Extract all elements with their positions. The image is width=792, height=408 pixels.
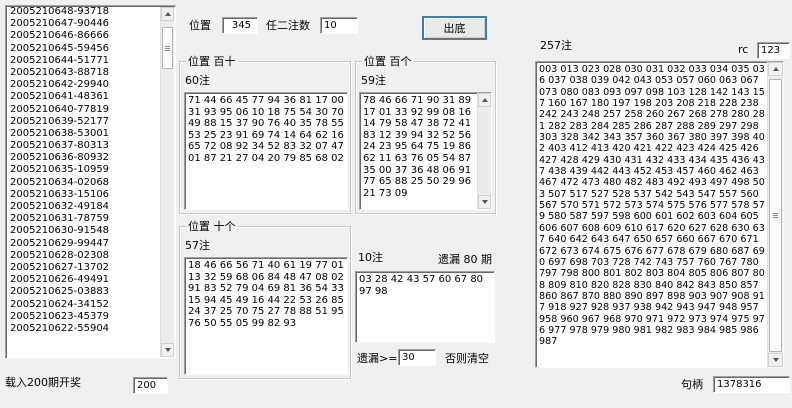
scroll-thumb[interactable] (162, 27, 173, 69)
scroll-down-button[interactable] (768, 353, 783, 367)
rc-label: rc (738, 43, 749, 56)
group-bai-shi-memo[interactable]: 71 44 66 45 77 94 36 81 17 00 31 93 95 0… (184, 92, 348, 210)
history-list-item[interactable]: 2005210626-49491 (6, 274, 175, 286)
history-list-item[interactable]: 2005210632-49184 (6, 201, 175, 213)
reveal-button[interactable]: 出底 (423, 17, 486, 39)
history-list-item[interactable]: 2005210628-02308 (6, 250, 175, 262)
group-bai-shi-title: 位置 百十 (186, 55, 238, 68)
history-rows: 2005210648-93718 2005210647-90446 20052106… (6, 6, 175, 335)
history-scrollbar[interactable] (160, 7, 174, 357)
missing-value-field[interactable]: 30 (398, 349, 436, 366)
scroll-up-button[interactable] (161, 7, 174, 21)
ten-note-missing-label: 遗漏 80 期 (438, 253, 492, 266)
history-listbox[interactable]: 2005210648-93718 2005210647-90446 20052106… (5, 5, 176, 359)
choose-two-field[interactable]: 10 (320, 17, 358, 34)
group-bai-shi-count: 60注 (185, 74, 210, 87)
rc-field[interactable]: 123 (757, 42, 790, 59)
history-list-item[interactable]: 2005210641-48361 (6, 91, 175, 103)
history-list-item[interactable]: 2005210634-02068 (6, 177, 175, 189)
group-shi-ge: 位置 十个 57注 18 46 66 56 71 40 61 19 77 01 … (179, 220, 351, 379)
scroll-down-button[interactable] (161, 343, 174, 357)
history-list-item[interactable]: 2005210647-90446 (6, 18, 175, 30)
ten-note-count: 10注 (358, 251, 383, 264)
history-list-item[interactable]: 2005210643-88718 (6, 67, 175, 79)
history-list-item[interactable]: 2005210623-45379 (6, 311, 175, 323)
arrow-down-icon (164, 348, 171, 352)
group-bai-shi: 位置 百十 60注 71 44 66 45 77 94 36 81 17 00 … (179, 55, 351, 214)
choose-two-label: 任二注数 (266, 19, 310, 32)
arrow-up-icon (481, 98, 488, 102)
arrow-up-icon (772, 67, 779, 71)
history-list-item[interactable]: 2005210642-29940 (6, 79, 175, 91)
missing-ge-label: 遗漏>= (357, 352, 398, 365)
history-list-item[interactable]: 2005210627-13702 (6, 262, 175, 274)
history-list-item[interactable]: 2005210638-53001 (6, 128, 175, 140)
group-bai-ge-title: 位置 百个 (362, 55, 414, 68)
load-count-field[interactable]: 200 (133, 377, 168, 394)
history-list-item[interactable]: 2005210636-80932 (6, 152, 175, 164)
history-list-item[interactable]: 2005210637-80313 (6, 140, 175, 152)
history-list-item[interactable]: 2005210625-03883 (6, 286, 175, 298)
scroll-thumb[interactable] (769, 79, 782, 352)
right-scrollbar[interactable] (767, 62, 783, 367)
history-list-item[interactable]: 2005210639-52177 (6, 116, 175, 128)
history-list-item[interactable]: 2005210645-59456 (6, 43, 175, 55)
history-list-item[interactable]: 2005210648-93718 (6, 6, 175, 18)
position-field[interactable]: 345 (222, 17, 258, 34)
arrow-up-icon (164, 12, 171, 16)
history-list-item[interactable]: 2005210640-77819 (6, 104, 175, 116)
history-list-item[interactable]: 2005210630-91548 (6, 225, 175, 237)
group-shi-ge-title: 位置 十个 (186, 220, 238, 233)
group-shi-ge-count: 57注 (185, 239, 210, 252)
handle-field[interactable]: 1378316 (713, 376, 790, 393)
group-shi-ge-memo[interactable]: 18 46 66 56 71 40 61 19 77 01 13 32 59 6… (184, 257, 348, 375)
history-list-item[interactable]: 2005210646-86666 (6, 30, 175, 42)
history-list-item[interactable]: 2005210635-10959 (6, 164, 175, 176)
history-list-item[interactable]: 2005210644-51771 (6, 55, 175, 67)
scroll-up-button[interactable] (768, 62, 783, 76)
right-memo[interactable]: 003 013 023 028 030 031 032 033 034 035 … (535, 61, 784, 368)
group-bai-ge-memo[interactable]: 78 46 66 71 90 31 89 17 01 33 92 99 08 1… (359, 92, 492, 210)
scroll-up-button[interactable] (478, 93, 491, 107)
right-count: 257注 (540, 39, 572, 52)
history-list-item[interactable]: 2005210631-78759 (6, 213, 175, 225)
arrow-down-icon (772, 358, 779, 362)
scroll-down-button[interactable] (478, 195, 491, 209)
history-list-item[interactable]: 2005210624-34152 (6, 299, 175, 311)
group-bai-ge: 位置 百个 59注 78 46 66 71 90 31 89 17 01 33 … (355, 55, 496, 214)
group-bai-ge-count: 59注 (361, 74, 386, 87)
ten-note-memo[interactable]: 03 28 42 43 57 60 67 80 97 98 (355, 271, 495, 343)
history-list-item[interactable]: 2005210629-99447 (6, 238, 175, 250)
history-list-item[interactable]: 2005210622-55904 (6, 323, 175, 335)
history-list-item[interactable]: 2005210633-15106 (6, 189, 175, 201)
group-bai-ge-scrollbar[interactable] (477, 93, 491, 209)
position-label: 位置 (189, 19, 211, 32)
arrow-down-icon (481, 200, 488, 204)
load-label: 载入200期开奖 (5, 376, 81, 389)
handle-label: 句柄 (681, 378, 703, 391)
clear-label: 否则清空 (445, 352, 489, 365)
